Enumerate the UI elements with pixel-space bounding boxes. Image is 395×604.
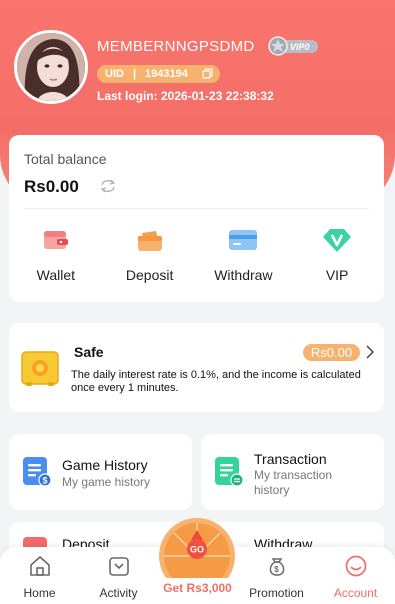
safe-icon — [21, 349, 59, 392]
uid-separator: | — [132, 68, 137, 80]
wallet-label: Wallet — [36, 267, 76, 283]
balance-amount: Rs0.00 — [24, 177, 79, 196]
nav-account-label: Account — [333, 586, 378, 600]
uid-chip: UID | 1943194 — [97, 65, 220, 83]
last-login-text: Last login: 2026-01-23 22:38:32 — [97, 89, 274, 103]
uid-value: 1943194 — [145, 68, 188, 80]
vip-label: VIP — [325, 267, 349, 283]
nav-activity[interactable]: Activity — [79, 547, 158, 604]
nav-home[interactable]: Home — [0, 547, 79, 604]
wheel-go-text: GO — [190, 545, 204, 555]
nav-lucky-wheel-label: Get Rs3,000 — [163, 581, 232, 595]
game-history-subtitle: My game history — [62, 475, 151, 489]
wallet-button[interactable]: Wallet — [9, 225, 103, 283]
nav-promotion-label: Promotion — [249, 586, 304, 600]
withdraw-button[interactable]: Withdraw — [197, 225, 291, 283]
uid-label: UID — [105, 68, 124, 80]
vip-button[interactable]: VIP — [290, 225, 384, 283]
avatar[interactable] — [14, 30, 88, 104]
game-history-title: Game History — [62, 457, 148, 473]
safe-title: Safe — [74, 344, 104, 360]
activity-icon — [107, 555, 131, 582]
vip-level-badge[interactable]: VIP0 — [268, 36, 320, 56]
safe-description: The daily interest rate is 0.1%, and the… — [71, 369, 361, 394]
refresh-icon[interactable] — [99, 179, 117, 198]
nav-activity-label: Activity — [99, 586, 138, 600]
deposit-label: Deposit — [125, 267, 174, 283]
game-history-card[interactable]: $ Game History My game history — [9, 434, 192, 510]
withdraw-label: Withdraw — [214, 267, 273, 283]
copy-icon[interactable] — [202, 68, 213, 82]
home-icon — [28, 555, 52, 582]
svg-text:$: $ — [274, 565, 279, 574]
deposit-icon — [136, 225, 164, 255]
nav-account[interactable]: Account — [316, 547, 395, 604]
lucky-wheel-icon[interactable]: GO — [158, 516, 236, 594]
wallet-icon — [42, 225, 70, 255]
transaction-subtitle: My transaction history — [254, 468, 333, 497]
safe-card[interactable]: Safe Rs0.00 The daily interest rate is 0… — [9, 323, 384, 412]
deposit-button[interactable]: Deposit — [103, 225, 197, 283]
account-icon — [344, 555, 368, 582]
chevron-right-icon[interactable] — [365, 345, 375, 364]
vip-badge-text: VIP0 — [290, 42, 310, 52]
balance-card: Total balance Rs0.00 Wallet Deposit With… — [9, 135, 384, 302]
nav-promotion[interactable]: $ Promotion — [237, 547, 316, 604]
balance-actions: Wallet Deposit Withdraw VIP — [9, 225, 384, 283]
vip-icon — [322, 225, 352, 255]
transaction-icon — [214, 456, 244, 493]
transaction-title: Transaction — [254, 451, 327, 467]
username: MEMBERNNGPSDMD — [97, 38, 255, 55]
nav-home-label: Home — [23, 586, 56, 600]
divider — [24, 208, 369, 209]
withdraw-icon — [228, 225, 258, 255]
transaction-card[interactable]: Transaction My transaction history — [201, 434, 384, 510]
balance-label: Total balance — [24, 151, 107, 167]
promotion-icon: $ — [265, 555, 289, 582]
safe-amount-badge: Rs0.00 — [303, 344, 360, 361]
svg-text:$: $ — [43, 476, 48, 486]
game-history-icon: $ — [22, 456, 52, 493]
